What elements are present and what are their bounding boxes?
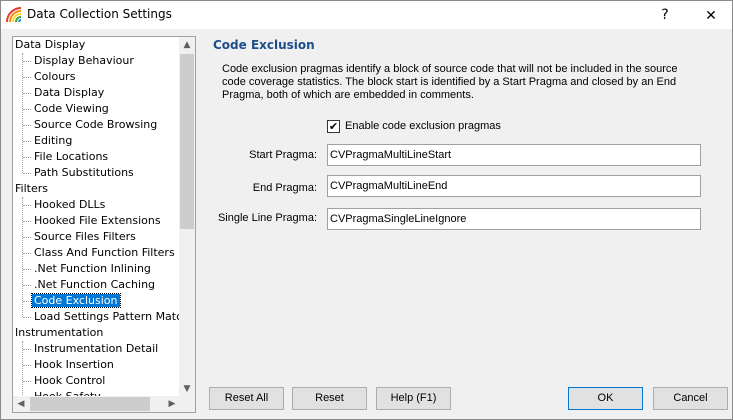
single-line-pragma-field[interactable]	[327, 208, 701, 230]
tree-item-label: Data Display	[15, 38, 86, 51]
tree-item-label: Hook Control	[34, 374, 106, 387]
tree-item-label: Hook Insertion	[34, 358, 114, 371]
help-button[interactable]: Help (F1)	[376, 387, 451, 410]
tree-item[interactable]: Load Settings Pattern Match	[13, 309, 180, 325]
vertical-scroll-thumb[interactable]	[180, 54, 194, 229]
tree-item-label: Source Files Filters	[34, 230, 136, 243]
tree-item[interactable]: .Net Function Caching	[13, 277, 157, 293]
end-pragma-label: End Pragma:	[252, 182, 317, 194]
tree-item[interactable]: .Net Function Inlining	[13, 261, 153, 277]
scroll-up-icon[interactable]: ▲	[179, 37, 195, 53]
tree-item[interactable]: Hooked File Extensions	[13, 213, 163, 229]
tree-group[interactable]: Filters	[13, 181, 50, 197]
tree-item[interactable]: Hook Insertion	[13, 357, 116, 373]
panel-description: Code exclusion pragmas identify a block …	[222, 63, 678, 101]
tree-item-label: Display Behaviour	[34, 54, 134, 67]
help-icon[interactable]: ?	[643, 1, 687, 29]
tree-item-label: Path Substitutions	[34, 166, 134, 179]
tree-item[interactable]: Display Behaviour	[13, 53, 136, 69]
tree-item-label: Data Display	[34, 86, 105, 99]
tree-group[interactable]: Instrumentation	[13, 325, 105, 341]
reset-button[interactable]: Reset	[292, 387, 367, 410]
settings-tree[interactable]: Data Display Display Behaviour Colours Data…	[12, 36, 196, 413]
single-line-pragma-label: Single Line Pragma:	[217, 212, 317, 224]
ok-button[interactable]: OK	[568, 387, 643, 410]
tree-connector-line	[22, 341, 23, 397]
tree-item[interactable]: Class And Function Filters	[13, 245, 177, 261]
checkbox-label[interactable]: Enable code exclusion pragmas	[345, 120, 501, 132]
scrollbar-corner	[179, 396, 195, 412]
tree-group[interactable]: Data Display	[13, 37, 87, 53]
tree-item[interactable]: Source Code Browsing	[13, 117, 159, 133]
tree-item[interactable]: Hook Control	[13, 373, 107, 389]
tree-item-label: Hooked File Extensions	[34, 214, 161, 227]
start-pragma-field[interactable]	[327, 144, 701, 166]
tree-item-label: Source Code Browsing	[34, 118, 158, 131]
close-icon[interactable]: ✕	[689, 1, 733, 29]
tree-item[interactable]: Source Files Filters	[13, 229, 138, 245]
start-pragma-label: Start Pragma:	[249, 149, 317, 161]
cancel-button[interactable]: Cancel	[653, 387, 728, 410]
tree-vertical-scrollbar[interactable]: ▲ ▼	[179, 37, 195, 397]
tree-item-label: Editing	[34, 134, 73, 147]
tree-item-label: Hooked DLLs	[34, 198, 106, 211]
settings-dialog: Data Collection Settings ? ✕ Data Displa…	[0, 0, 733, 420]
tree-horizontal-scrollbar[interactable]: ◀ ▶	[13, 396, 180, 412]
tree-item[interactable]: Hooked DLLs	[13, 197, 107, 213]
title-bar: Data Collection Settings ? ✕	[1, 1, 732, 29]
tree-item[interactable]: File Locations	[13, 149, 110, 165]
tree-item-label: Instrumentation Detail	[34, 342, 159, 355]
tree-item[interactable]: Code Exclusion	[13, 293, 121, 309]
tree-item-label: Colours	[34, 70, 76, 83]
reset-all-button[interactable]: Reset All	[209, 387, 284, 410]
scroll-down-icon[interactable]: ▼	[179, 381, 195, 397]
window-title: Data Collection Settings	[27, 7, 172, 21]
tree-item-label: .Net Function Inlining	[34, 262, 151, 275]
tree-item-label: Code Viewing	[34, 102, 109, 115]
scroll-left-icon[interactable]: ◀	[13, 396, 29, 412]
checkbox-box[interactable]: ✔	[327, 120, 340, 133]
tree-connector-line	[22, 53, 23, 173]
tree-item[interactable]: Path Substitutions	[13, 165, 136, 181]
panel-title: Code Exclusion	[213, 38, 315, 52]
tree-item-label: File Locations	[34, 150, 109, 163]
end-pragma-field[interactable]	[327, 175, 701, 197]
rainbow-app-icon	[6, 7, 22, 23]
tree-item-label: Instrumentation	[15, 326, 104, 339]
scroll-right-icon[interactable]: ▶	[164, 396, 180, 412]
tree-item-label: Load Settings Pattern Match	[34, 310, 180, 323]
tree-item[interactable]: Code Viewing	[13, 101, 111, 117]
tree-item[interactable]: Data Display	[13, 85, 106, 101]
tree-item-label: Filters	[15, 182, 48, 195]
tree-item-label: Class And Function Filters	[34, 246, 175, 259]
horizontal-scroll-thumb[interactable]	[30, 397, 150, 411]
tree-item-label: .Net Function Caching	[34, 278, 156, 291]
tree-item-label: Code Exclusion	[31, 293, 121, 308]
tree-items: Data Display Display Behaviour Colours Data…	[13, 37, 180, 397]
tree-item[interactable]: Instrumentation Detail	[13, 341, 160, 357]
tree-connector-line	[22, 197, 23, 317]
